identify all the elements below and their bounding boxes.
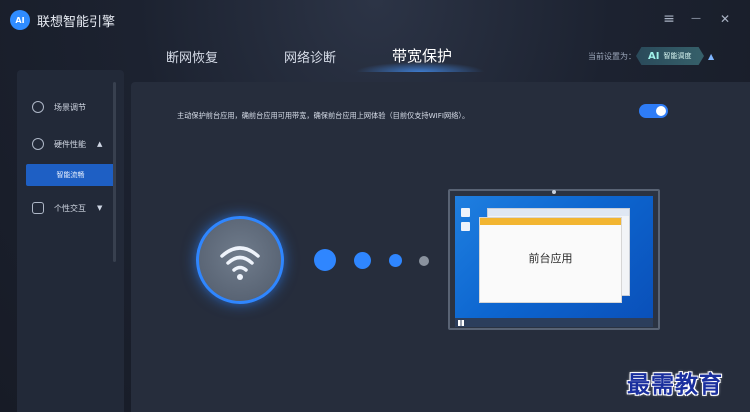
signal-dot [419,256,429,266]
window-titlebar [480,218,621,225]
scene-icon [32,101,44,113]
sidebar-item-label: 个性交互 [54,203,86,213]
ai-badge: AI [648,50,660,62]
feature-description: 主动保护前台应用，确前台应用可用带宽，确保前台应用上网体验（目前仅支持WIFI网… [177,111,470,120]
sidebar-scrollbar[interactable] [113,82,116,262]
signal-dot [389,254,402,267]
sidebar-item-interaction[interactable]: 个性交互 ▼ [17,196,124,220]
minimize-icon[interactable]: — [687,9,705,29]
current-mode-label: 当前设置为： [588,52,636,61]
app-title: 联想智能引擎 [37,15,116,30]
desktop-icon [461,208,470,217]
menu-icon[interactable]: ≡ [660,9,678,29]
foreground-window: 前台应用 [479,217,622,303]
desktop-icon [461,222,470,231]
gauge-icon [32,138,44,150]
desktop-screen: 前台应用 [455,196,653,327]
title-bar: AI 联想智能引擎 ≡ — ✕ [0,0,750,40]
watermark: 最需教育 [627,371,723,398]
signal-dot [314,249,336,271]
toggle-knob [656,106,666,116]
camera-icon [552,190,556,194]
window-titlebar [488,209,629,216]
sidebar-item-scene[interactable]: 场景调节 [17,95,124,119]
bandwidth-protection-toggle[interactable] [639,104,668,118]
front-app-label: 前台应用 [528,252,573,265]
sidebar: 场景调节 硬件性能 ▲ 智能流畅 个性交互 ▼ [17,70,124,412]
cloud-icon [32,202,44,214]
mode-value: 智能调度 [663,52,692,60]
tab-network-recovery[interactable]: 断网恢复 [166,47,218,66]
close-icon[interactable]: ✕ [716,9,734,29]
sidebar-item-label: 硬件性能 [54,139,86,149]
chevron-up-icon: ▲ [97,140,103,148]
chevron-down-icon: ▼ [97,204,103,212]
windows-icon [458,320,464,326]
tab-network-diagnosis[interactable]: 网络诊断 [284,47,336,66]
chevron-up-icon[interactable]: ▲ [708,52,714,61]
wifi-badge [196,216,284,304]
active-tab-indicator [355,62,485,72]
sidebar-item-label: 场景调节 [54,102,86,112]
signal-dot [354,252,371,269]
mode-selector[interactable]: AI 智能调度 [636,47,704,65]
taskbar [455,318,653,327]
app-logo-icon: AI [10,10,30,30]
wifi-icon [220,246,260,280]
sidebar-item-hardware[interactable]: 硬件性能 ▲ [17,132,124,156]
sidebar-subitem-smooth[interactable]: 智能流畅 [26,164,115,186]
app-window: AI 联想智能引擎 ≡ — ✕ 断网恢复 网络诊断 带宽保护 当前设置为： AI… [0,0,750,412]
